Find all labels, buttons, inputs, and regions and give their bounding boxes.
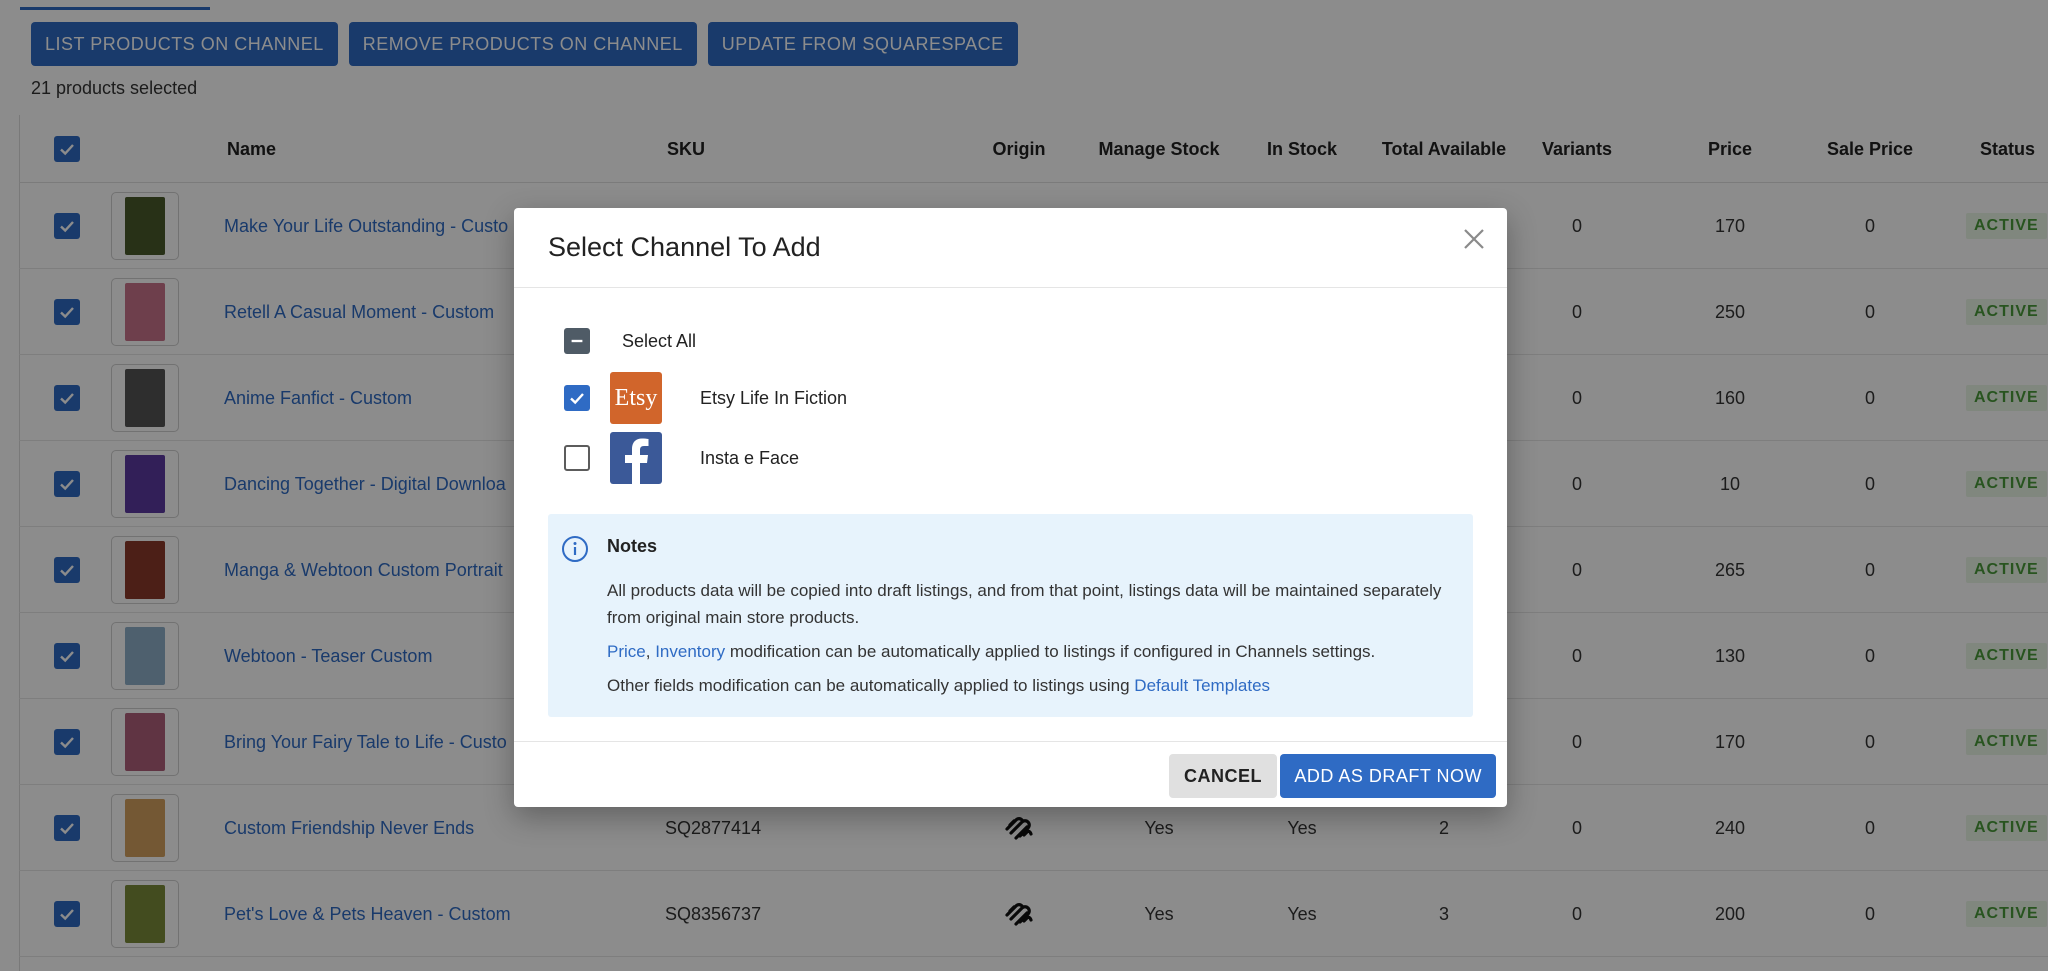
channel-label-facebook: Insta e Face bbox=[700, 447, 800, 468]
close-icon bbox=[1464, 229, 1484, 249]
notes-line-2-text: modification can be automatically applie… bbox=[725, 642, 1376, 661]
etsy-logo: Etsy bbox=[610, 372, 662, 424]
select-all-option[interactable]: Select All bbox=[564, 328, 696, 354]
select-channel-dialog: Select Channel To Add Select All Etsy Et… bbox=[514, 208, 1507, 807]
channel-option-etsy[interactable]: Etsy Etsy Life In Fiction bbox=[564, 372, 847, 424]
facebook-f-icon bbox=[625, 438, 649, 484]
notes-title: Notes bbox=[607, 536, 658, 556]
channel-option-facebook[interactable]: Insta e Face bbox=[564, 432, 799, 484]
select-all-checkbox[interactable] bbox=[564, 328, 590, 354]
select-all-label: Select All bbox=[622, 330, 697, 351]
channel-checkbox-facebook[interactable] bbox=[564, 445, 590, 471]
dialog-title: Select Channel To Add bbox=[548, 232, 821, 262]
cancel-button[interactable]: CANCEL bbox=[1169, 754, 1277, 798]
channel-label-etsy: Etsy Life In Fiction bbox=[700, 387, 848, 408]
dialog-footer: CANCEL ADD AS DRAFT NOW bbox=[514, 741, 1507, 807]
inventory-link[interactable]: Inventory bbox=[655, 642, 725, 661]
facebook-logo bbox=[610, 432, 662, 484]
check-icon bbox=[570, 393, 584, 405]
notes-line-3: Other fields modification can be automat… bbox=[607, 672, 1457, 699]
info-icon bbox=[562, 536, 588, 562]
notes-panel: Notes All products data will be copied i… bbox=[548, 514, 1473, 717]
price-link[interactable]: Price bbox=[607, 642, 646, 661]
notes-line-2: Price, Inventory modification can be aut… bbox=[607, 638, 1457, 665]
close-button[interactable] bbox=[1457, 222, 1491, 256]
notes-separator: , bbox=[645, 642, 656, 661]
dialog-header: Select Channel To Add bbox=[514, 208, 1507, 288]
default-templates-link[interactable]: Default Templates bbox=[1134, 676, 1270, 695]
minus-icon bbox=[571, 339, 583, 343]
notes-line-3-text: Other fields modification can be automat… bbox=[607, 676, 1135, 695]
channel-checkbox-etsy[interactable] bbox=[564, 385, 590, 411]
add-as-draft-button[interactable]: ADD AS DRAFT NOW bbox=[1280, 754, 1496, 798]
notes-line-1: All products data will be copied into dr… bbox=[607, 581, 1442, 627]
